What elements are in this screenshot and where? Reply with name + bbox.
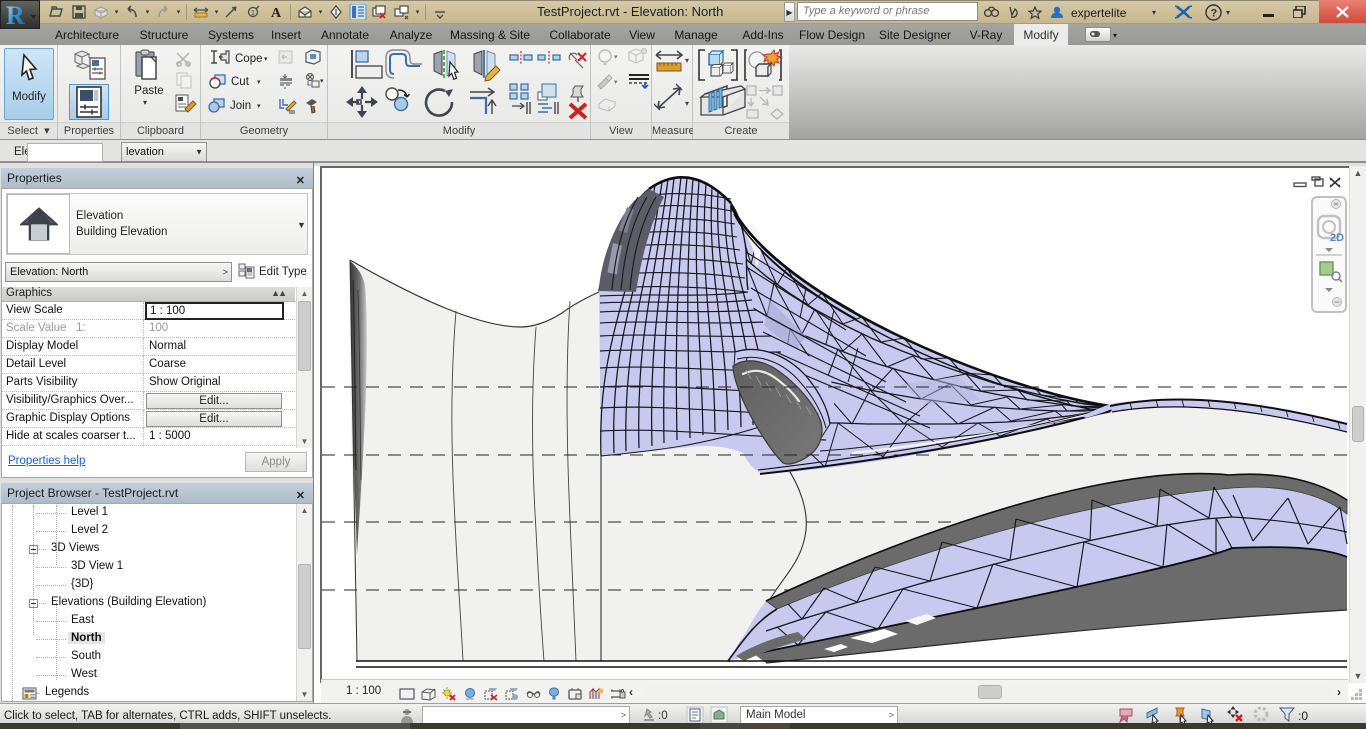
svg-text::0: :0 xyxy=(1298,709,1308,723)
svg-text:2D: 2D xyxy=(1330,232,1344,244)
svg-text:R: R xyxy=(6,1,25,28)
